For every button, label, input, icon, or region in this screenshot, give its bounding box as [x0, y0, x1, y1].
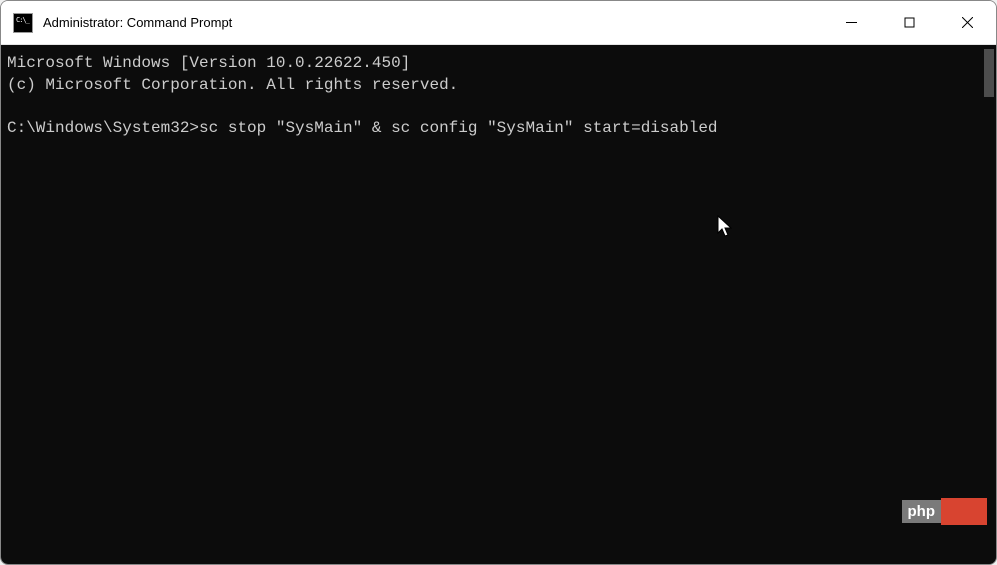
maximize-button[interactable] — [880, 1, 938, 44]
titlebar[interactable]: Administrator: Command Prompt — [1, 1, 996, 45]
terminal-area: Microsoft Windows [Version 10.0.22622.45… — [1, 45, 996, 564]
window-title: Administrator: Command Prompt — [43, 15, 822, 30]
command-prompt-window: Administrator: Command Prompt Microsoft … — [0, 0, 997, 565]
window-controls — [822, 1, 996, 44]
prompt-path: C:\Windows\System32> — [7, 119, 199, 137]
cmd-icon — [13, 13, 33, 33]
command-input[interactable]: sc stop "SysMain" & sc config "SysMain" … — [199, 119, 717, 137]
watermark-badge: php — [902, 498, 988, 525]
scrollbar-track[interactable] — [980, 45, 996, 564]
scrollbar-thumb[interactable] — [984, 49, 994, 97]
copyright-line: (c) Microsoft Corporation. All rights re… — [7, 76, 458, 94]
minimize-button[interactable] — [822, 1, 880, 44]
watermark-right — [941, 498, 987, 525]
terminal-output[interactable]: Microsoft Windows [Version 10.0.22622.45… — [1, 45, 980, 564]
version-line: Microsoft Windows [Version 10.0.22622.45… — [7, 54, 410, 72]
watermark-left: php — [902, 500, 942, 523]
close-button[interactable] — [938, 1, 996, 44]
